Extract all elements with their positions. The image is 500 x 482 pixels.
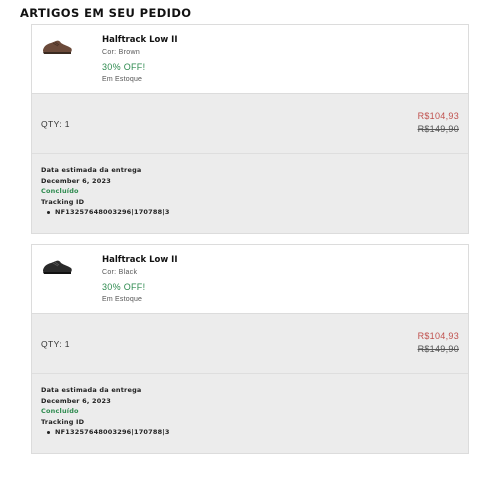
discount-badge: 30% OFF! xyxy=(102,282,146,292)
delivery-date: December 6, 2023 xyxy=(41,396,111,405)
product-name[interactable]: Halftrack Low II xyxy=(102,34,178,46)
delivery-info: Data estimada da entrega December 6, 202… xyxy=(32,154,468,233)
delivery-status: Concluído xyxy=(41,407,79,415)
shoe-product-image[interactable] xyxy=(41,255,73,277)
stock-status: Em Estoque xyxy=(102,296,143,303)
tracking-id[interactable]: NF13257648003296|170788|3 xyxy=(41,207,468,218)
sale-price: R$104,93 xyxy=(417,331,459,341)
product-summary: Halftrack Low II Cor: Brown 30% OFF! Em … xyxy=(32,25,468,93)
delivery-info: Data estimada da entrega December 6, 202… xyxy=(32,374,468,453)
price-row: QTY: 1 R$104,93 R$149,90 xyxy=(32,313,468,374)
tracking-label: Tracking ID xyxy=(41,417,85,426)
delivery-label: Data estimada da entrega xyxy=(41,166,142,174)
product-color: Cor: Brown xyxy=(102,49,141,56)
product-color: Cor: Black xyxy=(102,269,138,276)
original-price: R$149,90 xyxy=(417,344,459,354)
sale-price: R$104,93 xyxy=(417,111,459,121)
original-price: R$149,90 xyxy=(417,124,459,134)
order-item-card: Halftrack Low II Cor: Brown 30% OFF! Em … xyxy=(31,24,469,234)
discount-badge: 30% OFF! xyxy=(102,62,146,72)
delivery-date: December 6, 2023 xyxy=(41,176,111,185)
section-title: ARTIGOS EM SEU PEDIDO xyxy=(20,6,192,20)
product-name[interactable]: Halftrack Low II xyxy=(102,254,178,266)
tracking-id[interactable]: NF13257648003296|170788|3 xyxy=(41,427,468,438)
delivery-label: Data estimada da entrega xyxy=(41,386,142,394)
quantity-label: QTY: 1 xyxy=(41,339,70,349)
quantity-label: QTY: 1 xyxy=(41,119,70,129)
order-item-card: Halftrack Low II Cor: Black 30% OFF! Em … xyxy=(31,244,469,454)
price-row: QTY: 1 R$104,93 R$149,90 xyxy=(32,93,468,154)
stock-status: Em Estoque xyxy=(102,76,143,83)
tracking-label: Tracking ID xyxy=(41,197,85,206)
product-summary: Halftrack Low II Cor: Black 30% OFF! Em … xyxy=(32,245,468,313)
delivery-status: Concluído xyxy=(41,187,79,195)
shoe-product-image[interactable] xyxy=(41,35,73,57)
